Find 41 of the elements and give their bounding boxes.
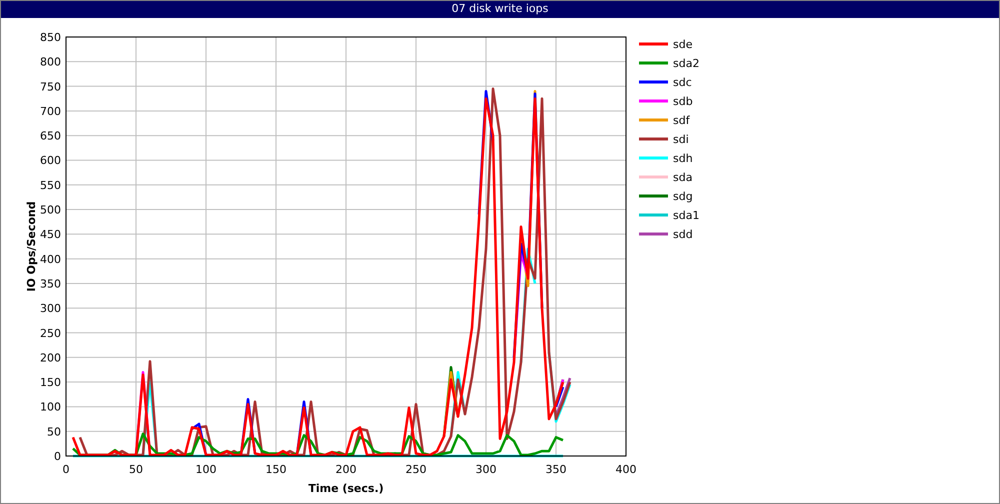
legend-label: sda1 xyxy=(673,209,700,222)
axis-tick-label: 250 xyxy=(406,463,426,476)
axis-tick-label: 750 xyxy=(40,80,61,94)
axis-tick-label: 350 xyxy=(40,277,61,290)
axis-tick-label: 600 xyxy=(40,154,61,168)
legend-label: sdc xyxy=(673,76,692,89)
legend-label: sdf xyxy=(673,114,690,127)
axis-tick-label: 400 xyxy=(616,463,636,476)
axis-tick-label: 50 xyxy=(47,425,61,438)
axis-tick-label: 100 xyxy=(196,463,216,476)
axis-tick-label: 0 xyxy=(54,450,61,463)
axis-tick-label: 850 xyxy=(40,31,61,44)
axis-tick-label: 150 xyxy=(40,376,61,390)
axis-tick-label: 500 xyxy=(40,204,61,217)
axis-tick-label: 150 xyxy=(266,463,286,476)
axis-tick-label: 300 xyxy=(476,463,496,476)
y-axis-label: IO Ops/Second xyxy=(25,201,38,292)
axis-tick-label: 50 xyxy=(129,463,143,476)
x-axis-label: Time (secs.) xyxy=(308,482,384,495)
legend-label: sde xyxy=(673,38,692,51)
legend-label: sdb xyxy=(673,95,693,108)
axis-tick-label: 300 xyxy=(40,302,61,316)
axis-tick-label: 700 xyxy=(40,104,61,118)
axis-tick-label: 550 xyxy=(40,178,61,192)
legend-label: sdh xyxy=(673,152,693,165)
axis-tick-label: 200 xyxy=(40,351,61,364)
axis-tick-label: 200 xyxy=(336,463,356,476)
axis-tick-label: 0 xyxy=(62,463,70,476)
legend-label: sdi xyxy=(673,133,689,146)
axis-tick-label: 650 xyxy=(40,130,61,143)
axis-tick-label: 350 xyxy=(546,463,566,476)
axis-tick-label: 800 xyxy=(40,56,61,69)
legend-label: sda xyxy=(673,171,692,184)
axis-tick-label: 100 xyxy=(40,400,61,414)
legend-label: sdd xyxy=(673,228,693,241)
legend-label: sdg xyxy=(673,190,693,203)
axis-tick-label: 400 xyxy=(40,252,61,266)
legend-label: sda2 xyxy=(673,57,700,70)
window-title: 07 disk write iops xyxy=(1,1,999,18)
axis-tick-label: 450 xyxy=(40,228,61,242)
axis-tick-label: 250 xyxy=(40,326,61,340)
